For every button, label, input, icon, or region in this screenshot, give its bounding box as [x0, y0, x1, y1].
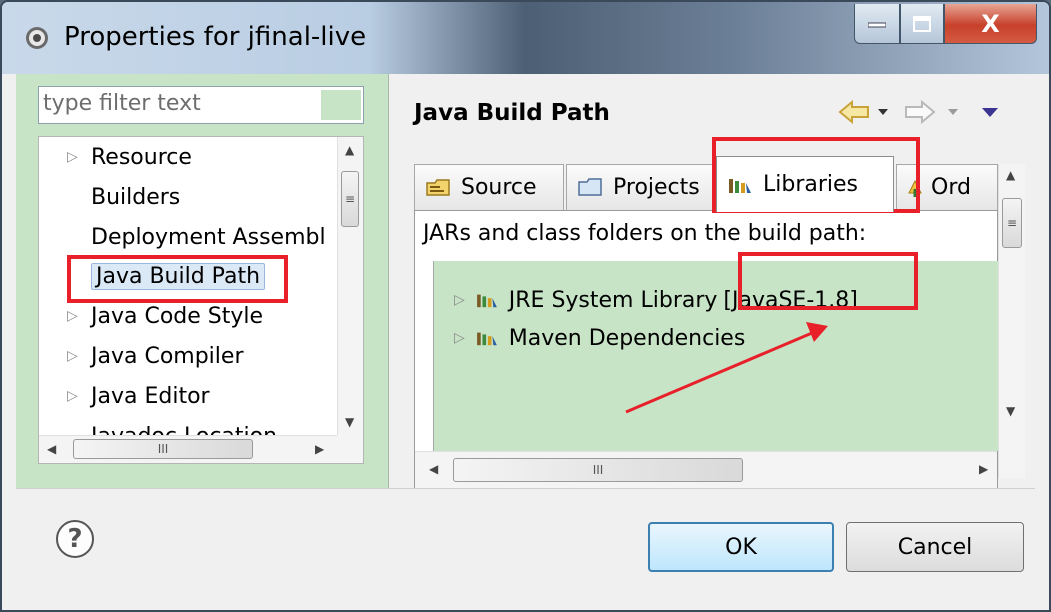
- tree-item-label: Deployment Assembl: [91, 224, 326, 250]
- tree-vertical-scrollbar[interactable]: ▲ ≡ ▼: [337, 137, 363, 435]
- library-label: Maven Dependencies: [508, 325, 746, 351]
- category-tree: ▷ Resource Builders Deployment Assembl J…: [38, 136, 364, 464]
- tree-item-deployment-assembly[interactable]: Deployment Assembl: [39, 219, 326, 255]
- tab-source[interactable]: Source: [414, 164, 564, 210]
- source-folder-icon: [426, 178, 450, 196]
- view-menu-icon[interactable]: [982, 108, 998, 117]
- ok-button[interactable]: OK: [648, 522, 834, 572]
- maximize-icon: [913, 15, 931, 32]
- window-title: Properties for jfinal-live: [64, 22, 367, 52]
- projects-folder-icon: [578, 177, 602, 196]
- scroll-down-icon[interactable]: ▼: [1006, 404, 1015, 418]
- library-icon: [476, 332, 497, 346]
- tree-item-label: Java Compiler: [91, 343, 244, 369]
- tree-item-java-compiler[interactable]: ▷ Java Compiler: [39, 338, 244, 374]
- filter-clear-area[interactable]: [321, 90, 361, 120]
- library-icon: [476, 294, 497, 308]
- grip-icon: III: [157, 442, 169, 456]
- page-vscroll-thumb[interactable]: ≡: [1002, 198, 1022, 248]
- library-label: JRE System Library: [508, 287, 718, 313]
- ok-label: OK: [725, 534, 757, 560]
- tab-label: Source: [461, 175, 537, 200]
- title-bar[interactable]: Properties for jfinal-live X: [2, 2, 1049, 74]
- button-bar: ? OK Cancel: [16, 488, 1035, 603]
- back-dropdown-icon[interactable]: [878, 109, 888, 115]
- help-button[interactable]: ?: [56, 520, 94, 558]
- tree-item-builders[interactable]: Builders: [39, 179, 180, 215]
- tab-folder: Source Projects Libraries Ord JARs and c…: [414, 146, 1025, 488]
- order-export-icon: [908, 179, 922, 197]
- tree-hscroll-thumb[interactable]: III: [73, 439, 253, 459]
- scroll-right-icon[interactable]: ▶: [315, 442, 324, 456]
- page-title: Java Build Path: [414, 100, 610, 126]
- properties-gear-icon: [26, 27, 48, 49]
- properties-dialog: Properties for jfinal-live X type filter…: [0, 0, 1051, 612]
- tree-item-java-editor[interactable]: ▷ Java Editor: [39, 378, 210, 414]
- panel-horizontal-scrollbar[interactable]: ◀ III ▶: [415, 451, 997, 488]
- tab-label: Projects: [613, 175, 700, 200]
- expand-triangle-icon[interactable]: ▷: [454, 292, 465, 308]
- tree-item-java-code-style[interactable]: ▷ Java Code Style: [39, 298, 263, 334]
- expand-triangle-icon[interactable]: ▷: [454, 330, 465, 346]
- page-vertical-scrollbar[interactable]: ▲ ≡ ▼: [998, 164, 1025, 478]
- category-pane: type filter text ▷ Resource Builders Dep…: [16, 74, 389, 488]
- cancel-label: Cancel: [897, 534, 973, 560]
- grip-icon: ≡: [1006, 216, 1018, 230]
- back-arrow-icon[interactable]: [838, 99, 869, 125]
- tree-item-label: Builders: [91, 184, 181, 210]
- tree-horizontal-scrollbar[interactable]: ◀ III ▶: [39, 435, 337, 463]
- tree-item-label: Resource: [91, 144, 192, 170]
- minimize-icon: [868, 22, 886, 27]
- grip-icon: ≡: [344, 192, 356, 206]
- filter-input[interactable]: type filter text: [38, 86, 364, 124]
- expand-triangle-icon[interactable]: ▷: [67, 348, 81, 364]
- cancel-button[interactable]: Cancel: [846, 522, 1024, 572]
- filter-placeholder: type filter text: [43, 91, 201, 116]
- panel-hscroll-thumb[interactable]: III: [453, 458, 743, 482]
- grip-icon: III: [592, 463, 604, 477]
- maximize-button[interactable]: [900, 4, 944, 44]
- tree-item-resource[interactable]: ▷ Resource: [39, 139, 192, 175]
- expand-triangle-icon[interactable]: ▷: [67, 388, 81, 404]
- scroll-up-icon[interactable]: ▲: [1006, 168, 1015, 182]
- scroll-left-icon[interactable]: ◀: [47, 442, 56, 456]
- tree-vscroll-thumb[interactable]: ≡: [341, 171, 359, 227]
- tab-order-and-export[interactable]: Ord: [896, 164, 998, 210]
- tree-item-label: Java Build Path: [91, 262, 266, 290]
- libraries-tab-panel: JARs and class folders on the build path…: [414, 210, 1000, 488]
- forward-arrow-icon[interactable]: [905, 99, 936, 125]
- scroll-right-icon[interactable]: ▶: [979, 462, 988, 476]
- forward-dropdown-icon[interactable]: [948, 109, 958, 115]
- tab-label: Libraries: [763, 172, 859, 197]
- dialog-body: type filter text ▷ Resource Builders Dep…: [16, 74, 1035, 602]
- library-tree[interactable]: ▷ JRE System Library [JavaSE-1.8] ▷ Mave…: [433, 261, 1000, 451]
- library-item-jre[interactable]: ▷ JRE System Library [JavaSE-1.8]: [454, 283, 858, 317]
- build-path-label: JARs and class folders on the build path…: [423, 221, 867, 246]
- library-item-maven[interactable]: ▷ Maven Dependencies: [454, 321, 745, 355]
- tab-label: Ord: [931, 175, 971, 200]
- expand-triangle-icon[interactable]: ▷: [67, 308, 81, 324]
- tree-item-label: Java Editor: [91, 383, 210, 409]
- help-icon: ?: [67, 524, 83, 554]
- libraries-icon: [729, 178, 751, 193]
- tree-item-label: Java Code Style: [91, 303, 264, 329]
- scroll-up-icon[interactable]: ▲: [345, 143, 354, 157]
- scroll-down-icon[interactable]: ▼: [345, 415, 354, 429]
- scroll-left-icon[interactable]: ◀: [429, 462, 438, 476]
- library-version: [JavaSE-1.8]: [723, 287, 858, 313]
- expand-triangle-icon[interactable]: ▷: [67, 149, 81, 165]
- page-navigation: [838, 99, 998, 125]
- close-button[interactable]: X: [944, 4, 1037, 44]
- property-page: Java Build Path Source Projects Librarie…: [390, 74, 1035, 488]
- tree-item-java-build-path[interactable]: Java Build Path: [39, 258, 266, 294]
- tab-projects[interactable]: Projects: [566, 164, 714, 210]
- close-icon: X: [981, 9, 1000, 38]
- minimize-button[interactable]: [854, 4, 900, 44]
- scroll-corner: [337, 435, 363, 463]
- tab-libraries[interactable]: Libraries: [716, 156, 894, 212]
